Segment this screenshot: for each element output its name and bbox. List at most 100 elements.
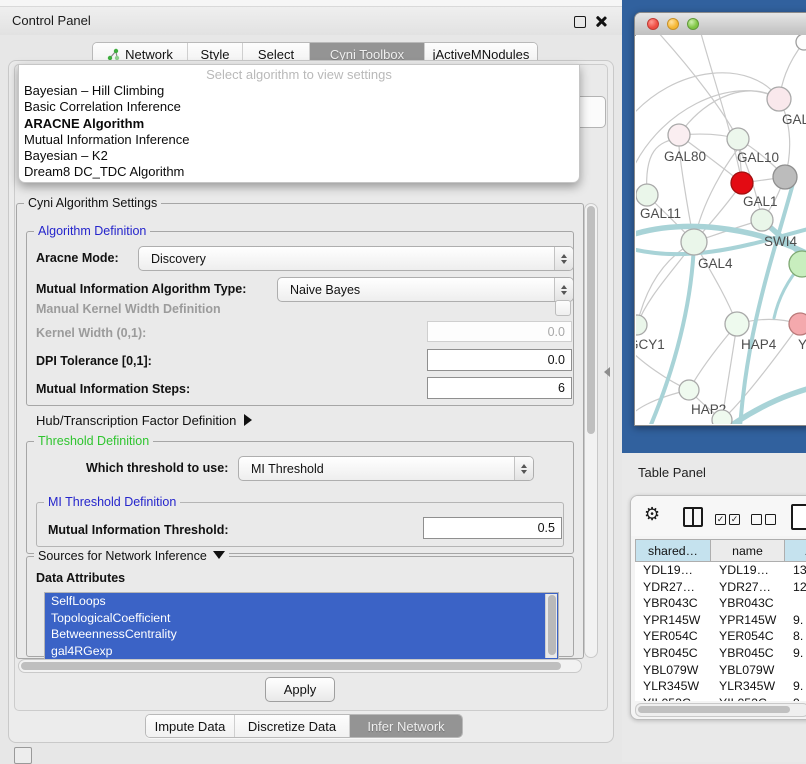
checked-box-icon[interactable]: ✓ (729, 514, 740, 525)
table-column-header[interactable]: A (785, 539, 806, 562)
table-row[interactable]: YBR043CYBR043C (635, 595, 806, 612)
network-node[interactable] (636, 315, 647, 335)
dpi-tolerance-input[interactable]: 0.0 (427, 349, 572, 371)
table-header-row: shared…nameA (635, 539, 806, 562)
table-cell (785, 595, 806, 612)
aracne-mode-select[interactable]: Discovery (138, 246, 574, 271)
table-hscrollbar[interactable] (635, 703, 806, 717)
tab-infer-network[interactable]: Infer Network (350, 715, 462, 737)
node-label: GAL (782, 112, 806, 127)
settings-hscrollbar[interactable] (18, 659, 582, 673)
network-node[interactable] (636, 184, 658, 206)
table-row[interactable]: YPR145WYPR145W9. (635, 612, 806, 629)
stepper-icon (554, 278, 573, 301)
network-node[interactable] (773, 165, 797, 189)
attributes-scrollbar[interactable] (545, 594, 557, 658)
network-node[interactable] (751, 209, 773, 231)
algorithm-popup-item[interactable]: ARACNE Algorithm (19, 116, 579, 132)
table-column-header[interactable]: name (711, 539, 785, 562)
node-label: Y (798, 337, 806, 352)
minimize-traffic-light-icon[interactable] (667, 18, 679, 30)
checked-box-icon[interactable]: ✓ (715, 514, 726, 525)
node-label: GCY1 (636, 337, 665, 352)
zoom-traffic-light-icon[interactable] (687, 18, 699, 30)
network-node[interactable] (668, 124, 690, 146)
table-row[interactable]: YLR345WYLR345W9. (635, 678, 806, 695)
node-table[interactable]: shared…nameA YDL19…YDL19…13YDR27…YDR27…1… (635, 539, 806, 701)
network-view-window[interactable]: GALGAL80GAL10GAL1GAL11SWI4GAL4GCY1HAP4YH… (634, 12, 806, 426)
network-node[interactable] (796, 35, 806, 50)
sources-group-title[interactable]: Sources for Network Inference (34, 549, 229, 563)
split-columns-icon[interactable] (683, 507, 703, 527)
table-row[interactable]: YBR045CYBR045C9. (635, 645, 806, 662)
document-icon[interactable] (791, 504, 806, 530)
table-cell: YIL052C (711, 695, 785, 701)
apply-button[interactable]: Apply (265, 677, 335, 702)
control-panel-title: Control Panel (12, 13, 91, 28)
network-node[interactable] (725, 312, 749, 336)
network-node[interactable] (731, 172, 753, 194)
data-attributes-list[interactable]: SelfLoopsTopologicalCoefficientBetweenne… (44, 592, 559, 660)
unchecked-box-icon[interactable] (751, 514, 762, 525)
network-node[interactable] (681, 229, 707, 255)
network-window-titlebar[interactable] (635, 13, 806, 36)
manual-kernel-checkbox[interactable] (555, 300, 571, 316)
kernel-width-input[interactable]: 0.0 (427, 321, 572, 342)
table-cell: YLR345W (711, 678, 785, 695)
close-icon[interactable] (595, 15, 607, 27)
table-cell: YIL052C (635, 695, 711, 701)
bottom-tabbar: Impute Data Discretize Data Infer Networ… (145, 714, 463, 738)
table-row[interactable]: YDL19…YDL19…13 (635, 562, 806, 579)
table-cell: YPR145W (711, 612, 785, 629)
table-row[interactable]: YER054CYER054C8. (635, 628, 806, 645)
data-attributes-label: Data Attributes (36, 571, 125, 585)
close-traffic-light-icon[interactable] (647, 18, 659, 30)
network-node[interactable] (727, 128, 749, 150)
table-row[interactable]: YBL079WYBL079W (635, 662, 806, 679)
panel-divider-collapse-icon[interactable] (604, 367, 610, 377)
table-cell: YBR045C (711, 645, 785, 662)
table-panel-window: ⚙ ✓ ✓ shared…nameA YDL19…YDL19…13YDR27…Y… (630, 495, 806, 720)
data-attribute-item[interactable]: gal4RGexp (45, 643, 558, 660)
network-node[interactable] (789, 251, 806, 277)
network-node[interactable] (679, 380, 699, 400)
settings-vscrollbar[interactable] (584, 203, 598, 658)
algorithm-popup-item[interactable]: Mutual Information Inference (19, 132, 579, 148)
network-canvas[interactable]: GALGAL80GAL10GAL1GAL11SWI4GAL4GCY1HAP4YH… (636, 35, 806, 424)
data-attribute-item[interactable]: SelfLoops (45, 593, 558, 610)
network-edge (700, 35, 742, 183)
node-label: GAL80 (664, 149, 706, 164)
which-threshold-value: MI Threshold (239, 462, 514, 476)
tab-impute-data[interactable]: Impute Data (146, 715, 235, 737)
algorithm-popup-item[interactable]: Bayesian – Hill Climbing (19, 83, 579, 99)
mi-threshold-input[interactable]: 0.5 (423, 517, 562, 539)
aracne-mode-label: Aracne Mode: (36, 251, 119, 265)
algorithm-popup-item[interactable]: Bayesian – K2 (19, 148, 579, 164)
table-row[interactable]: YIL052CYIL052C9 (635, 695, 806, 701)
tab-discretize-data[interactable]: Discretize Data (235, 715, 350, 737)
mi-type-label: Mutual Information Algorithm Type: (36, 282, 246, 296)
table-row[interactable]: YDR27…YDR27…12 (635, 579, 806, 596)
table-cell: 8. (785, 628, 806, 645)
float-panel-icon[interactable] (574, 16, 586, 28)
table-cell: 9. (785, 612, 806, 629)
node-label: GAL4 (698, 256, 733, 271)
window-top-strip (0, 0, 622, 7)
minimized-panel-icon[interactable] (14, 747, 32, 764)
network-node[interactable] (712, 410, 732, 424)
data-attribute-item[interactable]: BetweennessCentrality (45, 626, 558, 643)
network-node[interactable] (767, 87, 791, 111)
network-node[interactable] (789, 313, 806, 335)
node-label: HAP4 (741, 337, 777, 352)
hub-section-toggle[interactable]: Hub/Transcription Factor Definition (36, 413, 252, 428)
data-attribute-item[interactable]: TopologicalCoefficient (45, 610, 558, 627)
which-threshold-select[interactable]: MI Threshold (238, 456, 534, 481)
algorithm-popup-item[interactable]: Dream8 DC_TDC Algorithm (19, 164, 579, 180)
gear-icon[interactable]: ⚙ (644, 504, 660, 525)
mi-steps-input[interactable]: 6 (427, 377, 572, 399)
table-column-header[interactable]: shared… (635, 539, 711, 562)
table-cell: YDL19… (635, 562, 711, 579)
mi-type-select[interactable]: Naive Bayes (277, 277, 574, 302)
algorithm-popup-item[interactable]: Basic Correlation Inference (19, 99, 579, 115)
unchecked-box-icon[interactable] (765, 514, 776, 525)
